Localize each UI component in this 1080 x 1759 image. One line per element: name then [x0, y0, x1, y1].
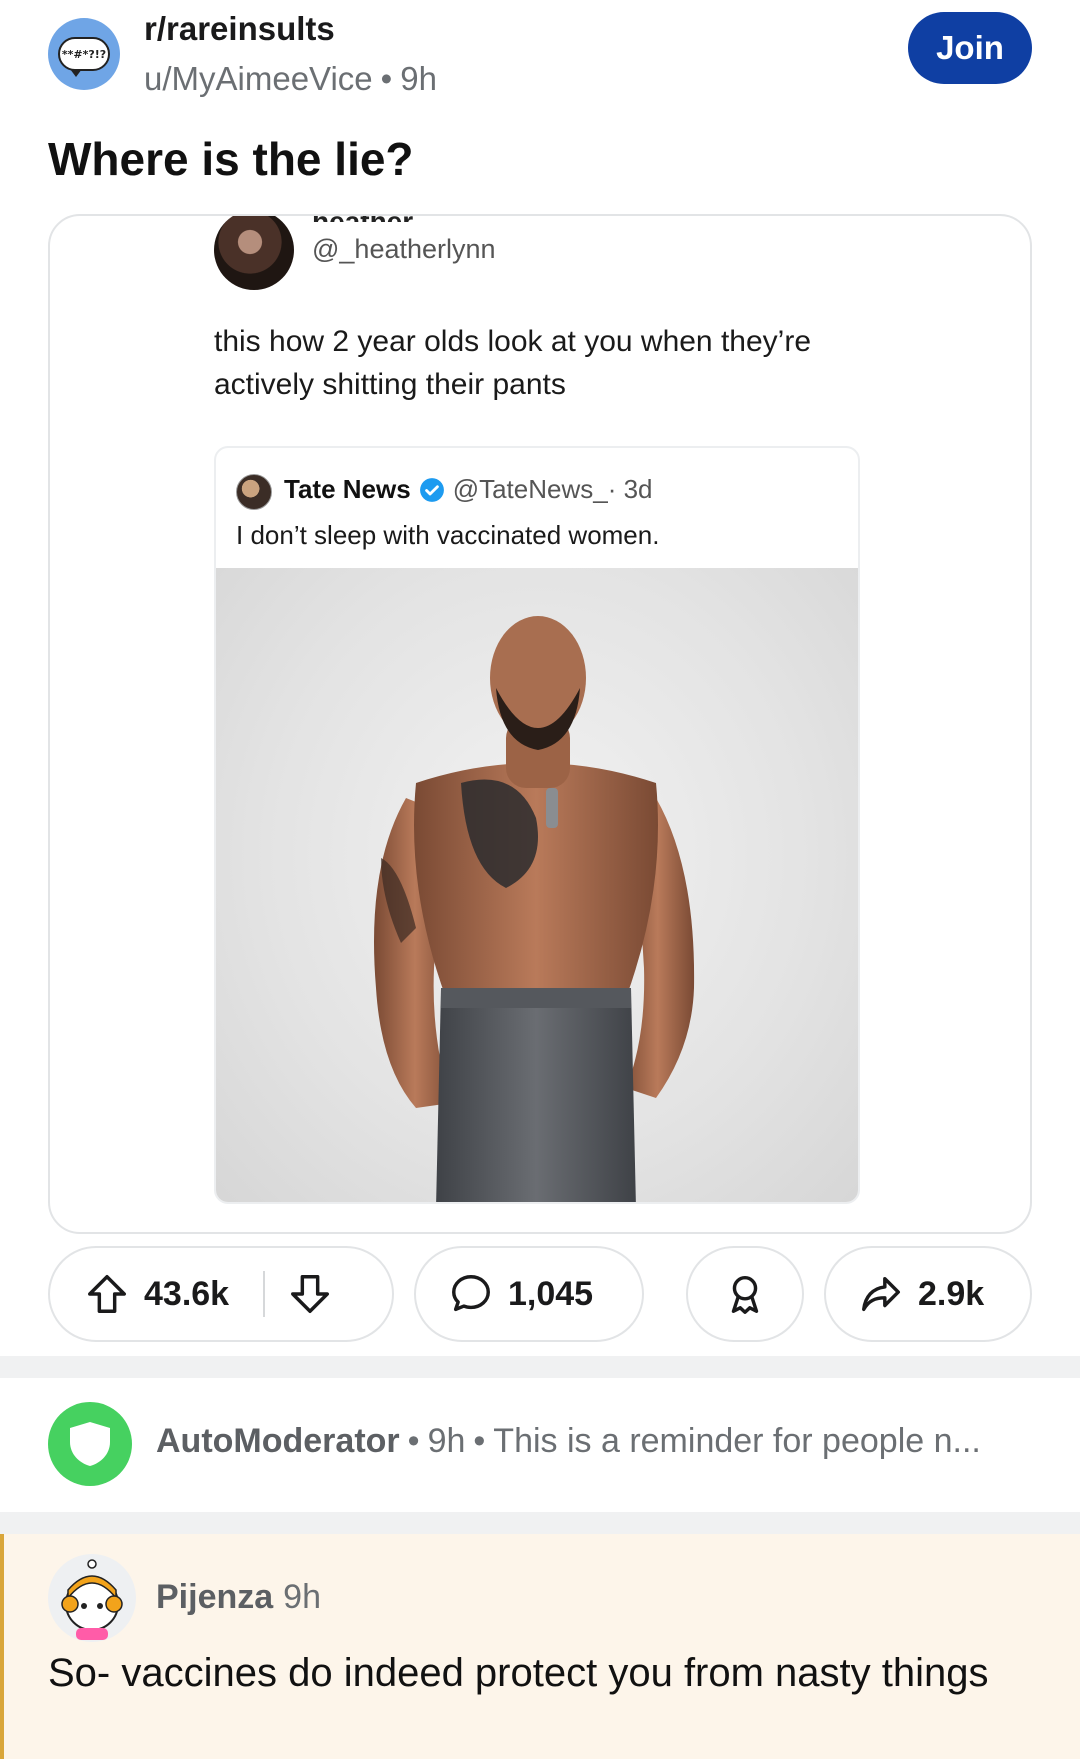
meta-separator: • [380, 60, 393, 97]
quoted-tweet-header: Tate News @TateNews_ · 3d [284, 474, 653, 505]
share-arrow-icon [862, 1276, 900, 1312]
share-count: 2.9k [918, 1274, 985, 1313]
post-meta: u/MyAimeeVice • 9h [144, 60, 437, 98]
award-button[interactable] [686, 1246, 804, 1342]
quoted-tweet: Tate News @TateNews_ · 3d I don’t sleep … [214, 446, 860, 1204]
post-image[interactable]: heather @_heatherlynn this how 2 year ol… [48, 214, 1032, 1234]
post-title[interactable]: Where is the lie? [48, 132, 414, 186]
quoted-tweet-photo [216, 568, 858, 1202]
meta-separator: • [407, 1422, 420, 1460]
shield-icon [70, 1422, 110, 1466]
comment-body: So- vaccines do indeed protect you from … [48, 1651, 989, 1695]
comment-username[interactable]: Pijenza [156, 1578, 273, 1616]
section-divider [0, 1512, 1080, 1534]
vote-control: 43.6k [48, 1246, 394, 1342]
comment-count: 1,045 [508, 1274, 594, 1313]
tweet-author-name: heather [312, 216, 413, 222]
join-button[interactable]: Join [908, 12, 1032, 84]
meta-separator: • [473, 1422, 486, 1460]
comment-header: Pijenza 9h [156, 1578, 321, 1617]
section-divider [0, 1356, 1080, 1378]
automod-age: 9h [427, 1422, 466, 1460]
snoo-avatar-icon [61, 1559, 123, 1640]
verified-badge-icon [419, 477, 444, 502]
vote-count: 43.6k [144, 1274, 230, 1313]
shirtless-man-illustration [374, 616, 695, 1202]
post-header: **#*?!? r/rareinsults u/MyAimeeVice • 9h J… [0, 0, 1080, 120]
tweet-author-handle: @_heatherlynn [312, 234, 496, 264]
award-icon [731, 1275, 759, 1314]
comment-pijenza[interactable]: Pijenza 9h So- vaccines do indeed protect… [0, 1534, 1080, 1759]
tweet-author-avatar [214, 216, 294, 290]
comment-age: 9h [283, 1578, 321, 1616]
comment-bubble-icon [452, 1275, 490, 1312]
automod-comment-line: AutoModerator • 9h • This is a reminder for … [156, 1422, 981, 1461]
tweet-text: this how 2 year olds look at you when th… [214, 325, 811, 401]
user-avatar[interactable] [48, 1554, 136, 1642]
comments-button[interactable]: 1,045 [414, 1246, 644, 1342]
vote-divider [263, 1271, 266, 1317]
automod-avatar[interactable] [48, 1402, 132, 1486]
speech-bubble-icon: **#*?!? [58, 37, 110, 77]
automod-username[interactable]: AutoModerator [156, 1422, 400, 1460]
automod-preview: This is a reminder for people n... [493, 1422, 981, 1460]
downvote-arrow-icon[interactable] [287, 1271, 333, 1317]
quoted-tweet-age: · 3d [607, 474, 653, 504]
quoted-tweet-avatar [236, 474, 272, 510]
quoted-tweet-text: I don’t sleep with vaccinated women. [236, 520, 660, 550]
share-button[interactable]: 2.9k [824, 1246, 1032, 1342]
subreddit-avatar[interactable]: **#*?!? [48, 18, 120, 90]
post-age: 9h [400, 60, 437, 97]
subreddit-name[interactable]: r/rareinsults [144, 10, 335, 48]
post-author[interactable]: u/MyAimeeVice [144, 60, 373, 97]
upvote-arrow-icon[interactable] [84, 1271, 130, 1317]
quoted-tweet-name: Tate News [284, 474, 411, 504]
automod-comment[interactable]: AutoModerator • 9h • This is a reminder for … [0, 1378, 1080, 1512]
quoted-tweet-handle: @TateNews_ [452, 474, 608, 504]
